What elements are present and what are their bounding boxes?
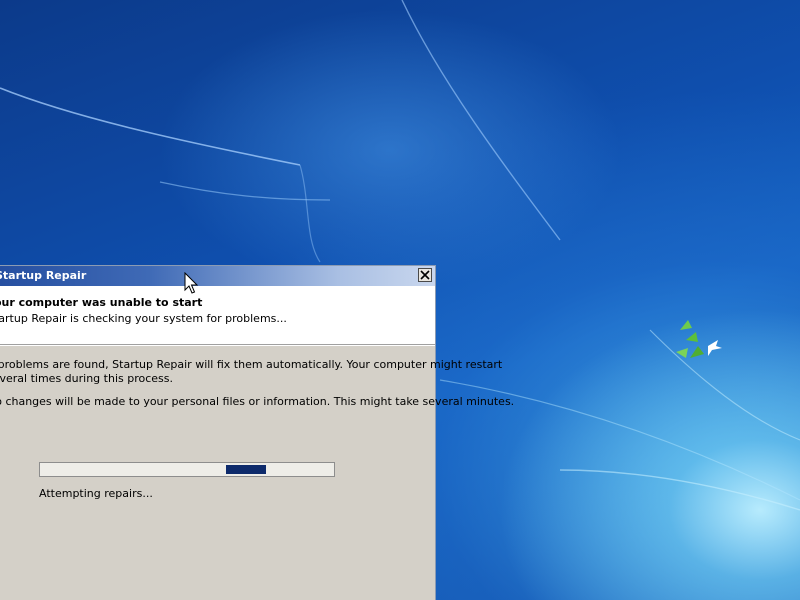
title-bar[interactable]: Startup Repair xyxy=(0,266,435,286)
header-divider-highlight xyxy=(0,345,435,346)
windows-7-wallpaper-bird-icon xyxy=(676,320,722,358)
body-paragraph-line-2: several times during this process. xyxy=(0,372,173,385)
body-paragraph-line-1: If problems are found, Startup Repair wi… xyxy=(0,358,503,371)
header-panel: Your computer was unable to start Startu… xyxy=(0,286,435,344)
progress-status: Attempting repairs... xyxy=(39,487,153,500)
repair-progress-bar xyxy=(39,462,335,477)
desktop-background: Startup Repair Your computer was unable … xyxy=(0,0,800,600)
body-paragraph-2: No changes will be made to your personal… xyxy=(0,395,515,408)
window-title: Startup Repair xyxy=(0,269,87,282)
close-icon xyxy=(420,270,430,280)
close-button[interactable] xyxy=(418,268,432,282)
progress-marquee-chunk xyxy=(226,465,266,474)
header-subtitle: Startup Repair is checking your system f… xyxy=(0,312,287,325)
mouse-pointer-icon xyxy=(184,272,199,294)
header-title: Your computer was unable to start xyxy=(0,296,203,309)
startup-repair-dialog: Startup Repair Your computer was unable … xyxy=(0,265,514,600)
